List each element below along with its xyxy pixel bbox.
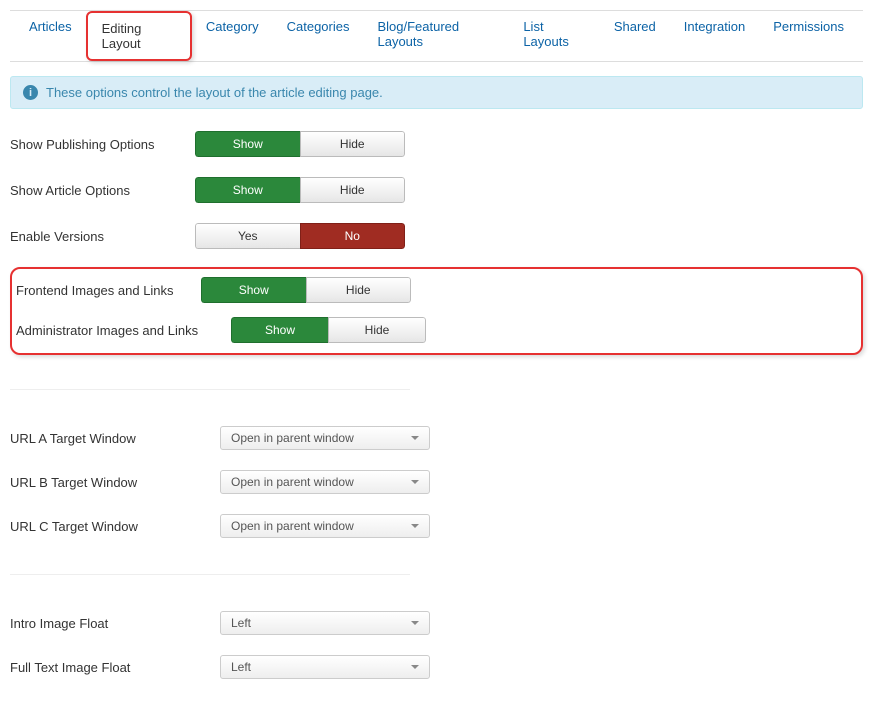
divider [10, 574, 410, 575]
toggle-enable-versions: Yes No [195, 223, 405, 249]
row-show-publishing: Show Publishing Options Show Hide [10, 129, 863, 159]
btn-show-publishing-hide[interactable]: Hide [300, 131, 406, 157]
label-show-article: Show Article Options [10, 183, 195, 198]
btn-frontend-hide[interactable]: Hide [306, 277, 412, 303]
label-full-float: Full Text Image Float [10, 660, 220, 675]
select-intro-float[interactable]: Left [220, 611, 430, 635]
tab-integration[interactable]: Integration [670, 11, 759, 61]
row-enable-versions: Enable Versions Yes No [10, 221, 863, 251]
btn-show-article-hide[interactable]: Hide [300, 177, 406, 203]
info-alert: i These options control the layout of th… [10, 76, 863, 109]
row-url-b: URL B Target Window Open in parent windo… [10, 468, 863, 496]
btn-versions-yes[interactable]: Yes [195, 223, 300, 249]
tab-categories[interactable]: Categories [273, 11, 364, 61]
tab-category[interactable]: Category [192, 11, 273, 61]
tab-list-layouts[interactable]: List Layouts [509, 11, 600, 61]
row-frontend-images: Frontend Images and Links Show Hide [16, 275, 857, 305]
label-frontend-images: Frontend Images and Links [16, 283, 201, 298]
tab-permissions[interactable]: Permissions [759, 11, 858, 61]
toggle-show-article: Show Hide [195, 177, 405, 203]
divider [10, 389, 410, 390]
select-url-b[interactable]: Open in parent window [220, 470, 430, 494]
highlight-box: Frontend Images and Links Show Hide Admi… [10, 267, 863, 355]
toggle-frontend-images: Show Hide [201, 277, 411, 303]
label-enable-versions: Enable Versions [10, 229, 195, 244]
tabbar: Articles Editing Layout Category Categor… [10, 10, 863, 62]
tab-shared[interactable]: Shared [600, 11, 670, 61]
row-full-float: Full Text Image Float Left [10, 653, 863, 681]
btn-admin-hide[interactable]: Hide [328, 317, 426, 343]
tab-articles[interactable]: Articles [15, 11, 86, 61]
row-admin-images: Administrator Images and Links Show Hide [16, 315, 857, 345]
label-url-c: URL C Target Window [10, 519, 220, 534]
row-url-a: URL A Target Window Open in parent windo… [10, 424, 863, 452]
label-admin-images: Administrator Images and Links [16, 323, 231, 338]
btn-admin-show[interactable]: Show [231, 317, 328, 343]
select-full-float[interactable]: Left [220, 655, 430, 679]
label-url-a: URL A Target Window [10, 431, 220, 446]
btn-show-publishing-show[interactable]: Show [195, 131, 300, 157]
info-text: These options control the layout of the … [46, 85, 383, 100]
info-icon: i [23, 85, 38, 100]
btn-show-article-show[interactable]: Show [195, 177, 300, 203]
btn-frontend-show[interactable]: Show [201, 277, 306, 303]
row-intro-float: Intro Image Float Left [10, 609, 863, 637]
toggle-admin-images: Show Hide [231, 317, 426, 343]
tab-editing-layout[interactable]: Editing Layout [86, 11, 192, 61]
label-url-b: URL B Target Window [10, 475, 220, 490]
btn-versions-no[interactable]: No [300, 223, 406, 249]
select-url-c[interactable]: Open in parent window [220, 514, 430, 538]
select-url-a[interactable]: Open in parent window [220, 426, 430, 450]
tab-blog-featured[interactable]: Blog/Featured Layouts [363, 11, 509, 61]
toggle-show-publishing: Show Hide [195, 131, 405, 157]
row-url-c: URL C Target Window Open in parent windo… [10, 512, 863, 540]
label-show-publishing: Show Publishing Options [10, 137, 195, 152]
label-intro-float: Intro Image Float [10, 616, 220, 631]
row-show-article: Show Article Options Show Hide [10, 175, 863, 205]
